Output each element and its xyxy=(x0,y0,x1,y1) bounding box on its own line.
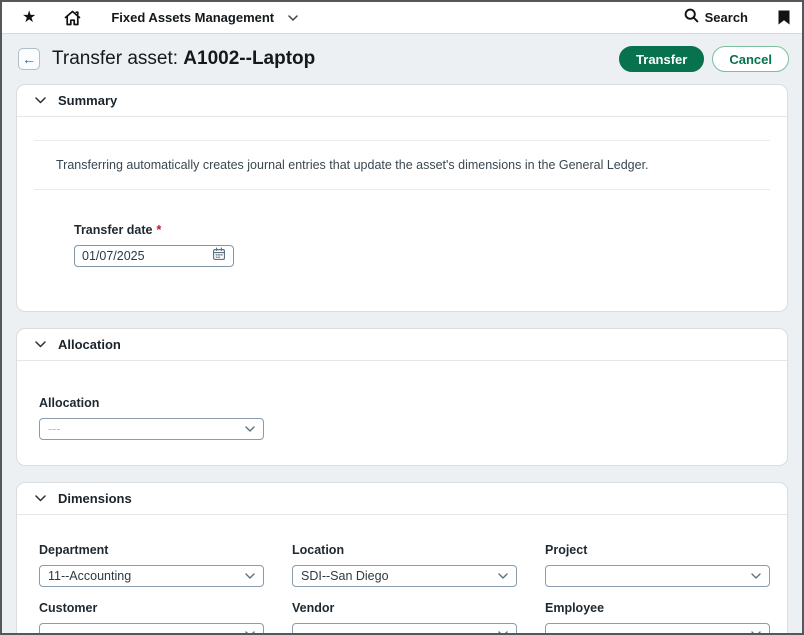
page-content: Summary Transferring automatically creat… xyxy=(2,84,802,635)
allocation-select[interactable]: --- xyxy=(39,418,264,440)
allocation-card: Allocation Allocation --- xyxy=(16,328,788,466)
vendor-label: Vendor xyxy=(292,601,517,615)
dimensions-grid: Department 11--Accounting Location SDI--… xyxy=(39,543,765,635)
app-window: ★ Fixed Assets Management xyxy=(0,0,804,635)
star-icon[interactable]: ★ xyxy=(22,10,36,26)
chevron-down-icon xyxy=(245,573,255,579)
transfer-date-label: Transfer date* xyxy=(74,223,770,237)
allocation-section-toggle[interactable]: Allocation xyxy=(17,329,787,361)
summary-card: Summary Transferring automatically creat… xyxy=(16,84,788,312)
page-header: ← Transfer asset: A1002--Laptop Transfer… xyxy=(2,34,802,84)
summary-message-text: Transferring automatically creates journ… xyxy=(56,158,770,172)
chevron-down-icon xyxy=(751,631,761,635)
search-button[interactable]: Search xyxy=(684,8,748,28)
dimension-field-department: Department 11--Accounting xyxy=(39,543,264,587)
chevron-down-icon xyxy=(35,341,46,348)
required-asterisk: * xyxy=(157,223,162,237)
calendar-icon[interactable] xyxy=(212,247,226,266)
chevron-down-icon xyxy=(498,573,508,579)
dimensions-section-toggle[interactable]: Dimensions xyxy=(17,483,787,515)
dimension-field-project: Project xyxy=(545,543,770,587)
summary-section-title: Summary xyxy=(58,93,117,108)
customer-label: Customer xyxy=(39,601,264,615)
chevron-down-icon xyxy=(288,15,298,21)
transfer-date-value: 01/07/2025 xyxy=(82,249,145,263)
summary-body: Transferring automatically creates journ… xyxy=(17,140,787,311)
chevron-down-icon xyxy=(35,97,46,104)
location-select[interactable]: SDI--San Diego xyxy=(292,565,517,587)
cancel-button[interactable]: Cancel xyxy=(712,46,789,72)
app-switcher[interactable]: Fixed Assets Management xyxy=(111,10,298,25)
summary-section-toggle[interactable]: Summary xyxy=(17,85,787,117)
transfer-date-input[interactable]: 01/07/2025 xyxy=(74,245,234,267)
home-icon[interactable] xyxy=(64,10,81,26)
chevron-down-icon xyxy=(245,426,255,432)
allocation-body: Allocation --- xyxy=(17,361,787,465)
department-select-value: 11--Accounting xyxy=(48,569,131,583)
dimensions-section-title: Dimensions xyxy=(58,491,132,506)
summary-message: Transferring automatically creates journ… xyxy=(34,140,770,190)
employee-label: Employee xyxy=(545,601,770,615)
search-icon xyxy=(684,8,699,28)
chevron-down-icon xyxy=(751,573,761,579)
allocation-select-value: --- xyxy=(48,422,61,436)
top-bar-right: Search xyxy=(684,8,792,28)
dimension-field-vendor: Vendor xyxy=(292,601,517,635)
dimensions-body: Department 11--Accounting Location SDI--… xyxy=(17,515,787,635)
chevron-down-icon xyxy=(35,495,46,502)
back-button[interactable]: ← xyxy=(18,48,40,70)
customer-select[interactable] xyxy=(39,623,264,635)
page-title: Transfer asset: A1002--Laptop xyxy=(52,48,315,70)
search-label: Search xyxy=(705,10,748,25)
vendor-select[interactable] xyxy=(292,623,517,635)
page-title-asset: A1002--Laptop xyxy=(183,48,315,69)
location-label: Location xyxy=(292,543,517,557)
project-label: Project xyxy=(545,543,770,557)
department-label: Department xyxy=(39,543,264,557)
app-name: Fixed Assets Management xyxy=(111,10,274,25)
top-bar: ★ Fixed Assets Management xyxy=(2,2,802,34)
location-select-value: SDI--San Diego xyxy=(301,569,389,583)
department-select[interactable]: 11--Accounting xyxy=(39,565,264,587)
dimension-field-location: Location SDI--San Diego xyxy=(292,543,517,587)
bookmark-icon[interactable] xyxy=(778,10,790,25)
dimension-field-employee: Employee xyxy=(545,601,770,635)
summary-form: Transfer date* 01/07/2025 xyxy=(34,190,770,311)
chevron-down-icon xyxy=(245,631,255,635)
transfer-button[interactable]: Transfer xyxy=(619,46,704,72)
page-title-prefix: Transfer asset: xyxy=(52,48,183,69)
employee-select[interactable] xyxy=(545,623,770,635)
project-select[interactable] xyxy=(545,565,770,587)
dimensions-card: Dimensions Department 11--Accounting Loc… xyxy=(16,482,788,635)
allocation-section-title: Allocation xyxy=(58,337,121,352)
header-actions: Transfer Cancel xyxy=(619,46,789,72)
dimension-field-customer: Customer xyxy=(39,601,264,635)
allocation-field-label: Allocation xyxy=(39,396,765,410)
chevron-down-icon xyxy=(498,631,508,635)
